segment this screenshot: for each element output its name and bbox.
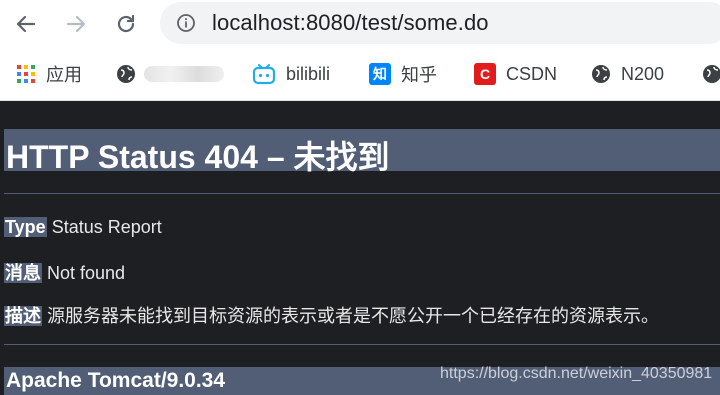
arrow-left-icon xyxy=(16,15,36,33)
globe-icon xyxy=(592,65,610,83)
bookmark-label: N200 xyxy=(621,63,665,84)
bookmark-label: 应用 xyxy=(46,65,82,85)
blurred-label xyxy=(144,66,224,82)
message-label: 消息 xyxy=(4,263,42,283)
error-page: HTTP Status 404 – 未找到 Type Status Report… xyxy=(0,101,720,395)
bookmark-label: CSDN xyxy=(506,63,558,84)
globe-icon xyxy=(117,65,135,83)
message-row: 消息 Not found xyxy=(4,259,125,285)
url-text[interactable]: localhost:8080/test/some.do xyxy=(212,10,489,36)
forward-button[interactable] xyxy=(60,8,92,40)
bookmark-blurred[interactable] xyxy=(116,62,224,86)
globe-icon xyxy=(703,65,720,83)
bookmark-csdn[interactable]: C CSDN xyxy=(474,62,557,86)
back-button[interactable] xyxy=(10,8,42,40)
page-title: HTTP Status 404 – 未找到 xyxy=(6,139,390,175)
reload-icon xyxy=(117,14,135,33)
arrow-right-icon xyxy=(66,15,86,33)
reload-button[interactable] xyxy=(110,8,142,40)
type-value: Status Report xyxy=(51,217,162,237)
info-icon[interactable] xyxy=(176,13,196,38)
bookmark-overflow[interactable] xyxy=(702,62,720,86)
csdn-icon: C xyxy=(474,63,496,85)
type-row: Type Status Report xyxy=(4,217,162,238)
watermark: https://blog.csdn.net/weixin_40350981 xyxy=(440,365,713,382)
bookmark-label: 知乎 xyxy=(401,65,437,85)
divider xyxy=(4,344,720,345)
description-value: 源服务器未能找到目标资源的表示或者是不愿公开一个已经存在的资源表示。 xyxy=(47,306,660,326)
divider xyxy=(4,193,720,194)
address-bar[interactable]: localhost:8080/test/some.do xyxy=(160,2,720,44)
zhihu-icon: 知 xyxy=(369,63,391,85)
description-label: 描述 xyxy=(4,306,42,326)
description-row: 描述 源服务器未能找到目标资源的表示或者是不愿公开一个已经存在的资源表示。 xyxy=(4,302,659,328)
bookmark-apps[interactable]: 应用 xyxy=(16,62,82,86)
navigation-bar: localhost:8080/test/some.do xyxy=(0,0,720,48)
bilibili-icon xyxy=(252,64,276,85)
bookmark-label: bilibili xyxy=(286,63,331,84)
apps-grid-icon xyxy=(17,65,35,83)
bookmark-zhihu[interactable]: 知 知乎 xyxy=(369,62,437,86)
browser-chrome: localhost:8080/test/some.do 应用 bilibili … xyxy=(0,0,720,101)
bookmarks-bar: 应用 bilibili 知 知乎 C CSDN N200 xyxy=(0,54,720,94)
bookmark-bilibili[interactable]: bilibili xyxy=(252,62,330,86)
server-version: Apache Tomcat/9.0.34 xyxy=(6,369,226,392)
type-label: Type xyxy=(4,217,47,237)
message-value: Not found xyxy=(47,263,126,283)
bookmark-n200[interactable]: N200 xyxy=(591,62,664,86)
